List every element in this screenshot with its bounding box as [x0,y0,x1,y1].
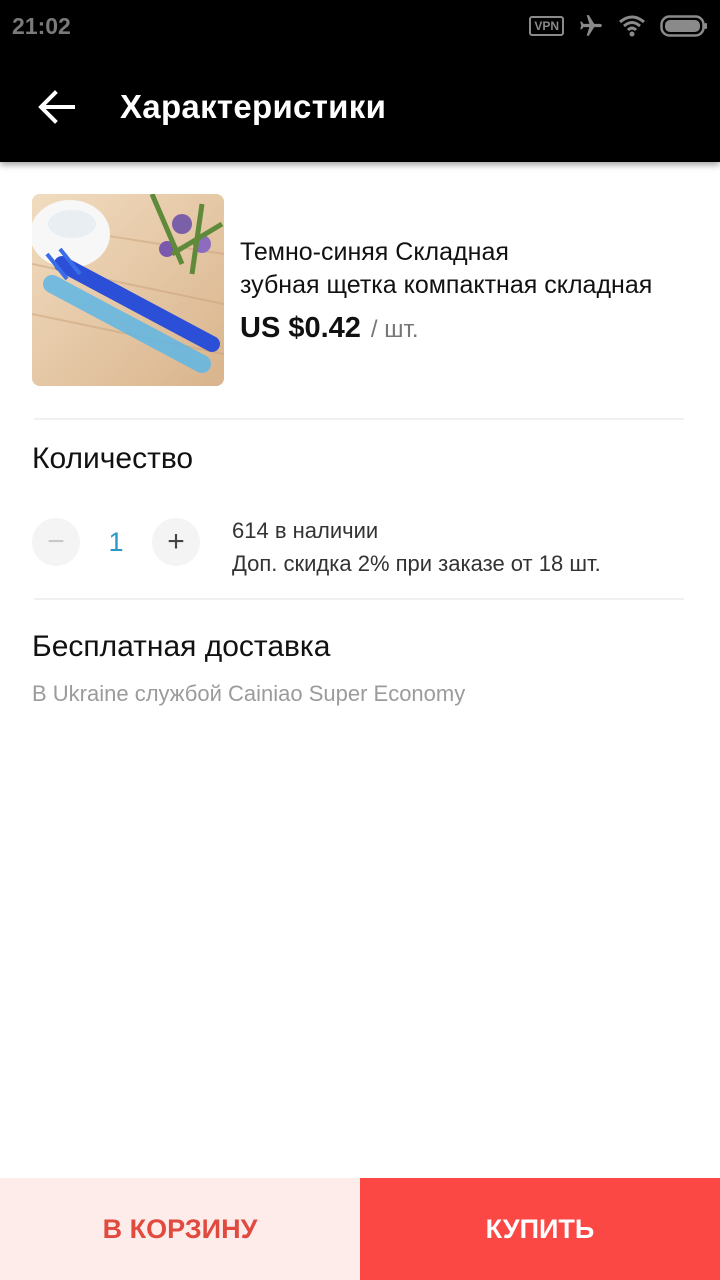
arrow-left-icon [38,90,75,124]
add-to-cart-button[interactable]: В КОРЗИНУ [0,1178,360,1280]
bottom-action-bar: В КОРЗИНУ КУПИТЬ [0,1178,720,1280]
product-image [32,194,224,386]
discount-text: Доп. скидка 2% при заказе от 18 шт. [232,551,601,576]
delivery-title[interactable]: Бесплатная доставка [32,630,330,664]
product-title: Темно-синяя Складная зубная щетка компак… [240,236,688,302]
price-unit: / шт. [370,316,419,343]
status-icons: VPN [529,12,708,40]
divider [34,598,684,600]
price-row: US $0.42 / шт. [240,312,419,345]
delivery-subtitle: В Ukraine службой Cainiao Super Economy [32,681,466,706]
quantity-value[interactable]: 1 [90,527,142,558]
battery-icon [660,14,708,38]
divider [34,418,684,420]
app-bar: Характеристики [0,52,720,162]
stock-text: 614 в наличии [232,518,379,543]
buy-button[interactable]: КУПИТЬ [360,1178,720,1280]
airplane-icon [578,13,604,39]
quantity-plus-button[interactable]: + [152,518,200,566]
quantity-title: Количество [32,442,194,475]
wifi-icon [618,14,646,38]
status-time: 21:02 [12,13,71,39]
vpn-icon: VPN [529,16,564,36]
page-title: Характеристики [120,88,387,125]
status-bar: 21:02 VPN [0,0,720,52]
product-title-line2: зубная щетка компактная складная [240,271,653,299]
quantity-minus-button[interactable]: − [32,518,80,566]
back-button[interactable] [28,79,84,135]
product-summary: Темно-синяя Складная зубная щетка компак… [32,194,688,386]
product-price: US $0.42 [240,312,361,344]
product-title-line1: Темно-синяя Складная [240,238,509,266]
